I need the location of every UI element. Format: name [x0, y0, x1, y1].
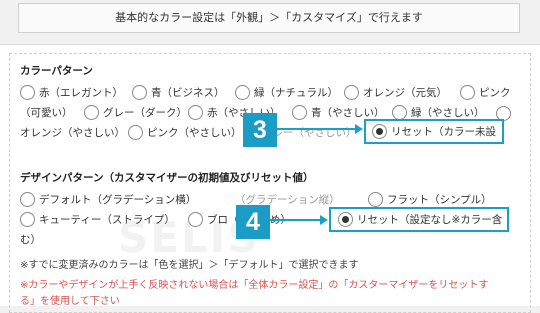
color-pattern-title: カラーパターン: [20, 65, 93, 77]
design-pattern-title: デザインパターン（カスタマイザーの初期値及びリセット値）: [20, 172, 314, 184]
design-option-reset-cont: む）: [20, 234, 41, 246]
radio-icon[interactable]: [235, 85, 250, 100]
option-label: デフォルト（グラデーション横）: [39, 194, 197, 206]
step-3-arrow-head-icon: [355, 124, 363, 134]
step-4-badge: 4: [236, 205, 270, 239]
color-option-pink-cont: （可愛い）: [20, 107, 73, 119]
note-default-color: ※すでに変更済みのカラーは「色を選択」＞「デフォルト」で選択できます: [20, 260, 359, 271]
color-option-orange-yasashii-label: オレンジ（やさしい）: [20, 127, 125, 139]
radio-icon[interactable]: [128, 125, 143, 140]
radio-icon[interactable]: [344, 85, 359, 100]
option-label: 緑（ナチュラル）: [254, 87, 338, 99]
radio-icon[interactable]: [188, 105, 203, 120]
option-label: 青（ビジネス）: [151, 87, 225, 99]
radio-icon[interactable]: [368, 192, 383, 207]
option-label: ピンク: [479, 87, 511, 99]
radio-icon[interactable]: [460, 85, 475, 100]
option-label: 青（やさしい）: [311, 107, 385, 119]
step-3-highlight: [364, 119, 504, 144]
design-option-default[interactable]: デフォルト（グラデーション横）: [20, 192, 196, 207]
option-label: 緑（やさしい）: [411, 107, 485, 119]
color-option-gray-dark[interactable]: グレー（ダーク）: [84, 105, 187, 120]
note-reset-warning: ※カラーやデザインが上手く反映されない場合は「全体カラー設定」の「カスターマイザ…: [20, 280, 489, 291]
radio-icon[interactable]: [20, 212, 35, 227]
step-4-arrow-line: [270, 219, 320, 221]
radio-icon[interactable]: [188, 212, 203, 227]
color-option-pink-yasashii[interactable]: ピンク（やさしい）: [128, 125, 242, 140]
step-4-arrow-head-icon: [320, 215, 328, 225]
step-4-highlight: [329, 207, 509, 232]
option-label: キューティー（ストライプ）: [39, 214, 175, 226]
radio-icon[interactable]: [132, 85, 147, 100]
settings-panel: SELIS カラーパターン 赤（エレガント） 青（ビジネス） 緑（ナチュラル） …: [0, 44, 540, 313]
color-option-blue-yasashii[interactable]: 青（やさしい）: [292, 105, 385, 120]
design-option-flat[interactable]: フラット（シンプル）: [368, 192, 492, 207]
radio-icon[interactable]: [20, 192, 35, 207]
step-3-arrow-line: [277, 128, 355, 130]
design-option-cutie[interactable]: キューティー（ストライプ）: [20, 212, 175, 227]
color-option-green-natural[interactable]: 緑（ナチュラル）: [235, 85, 338, 100]
radio-icon[interactable]: [292, 105, 307, 120]
color-option-orange-genki[interactable]: オレンジ（元気）: [344, 85, 447, 100]
option-label: オレンジ（元気）: [363, 87, 447, 99]
radio-icon[interactable]: [392, 105, 407, 120]
radio-icon[interactable]: [20, 85, 35, 100]
color-option-green-yasashii[interactable]: 緑（やさしい）: [392, 105, 485, 120]
option-label: ピンク（やさしい）: [147, 127, 242, 139]
color-option-pink[interactable]: ピンク: [460, 85, 511, 100]
option-label: フラット（シンプル）: [387, 194, 492, 206]
color-option-red-elegant[interactable]: 赤（エレガント）: [20, 85, 123, 100]
step-3-badge: 3: [243, 113, 277, 147]
option-label: グレー（ダーク）: [103, 107, 187, 119]
option-label: 赤（エレガント）: [39, 87, 123, 99]
radio-icon[interactable]: [84, 105, 99, 120]
color-option-blue-business[interactable]: 青（ビジネス）: [132, 85, 225, 100]
header-bar: 基本的なカラー設定は「外観」＞「カスタマイズ」で行えます: [0, 0, 540, 38]
header-info-text: 基本的なカラー設定は「外観」＞「カスタマイズ」で行えます: [18, 3, 520, 33]
